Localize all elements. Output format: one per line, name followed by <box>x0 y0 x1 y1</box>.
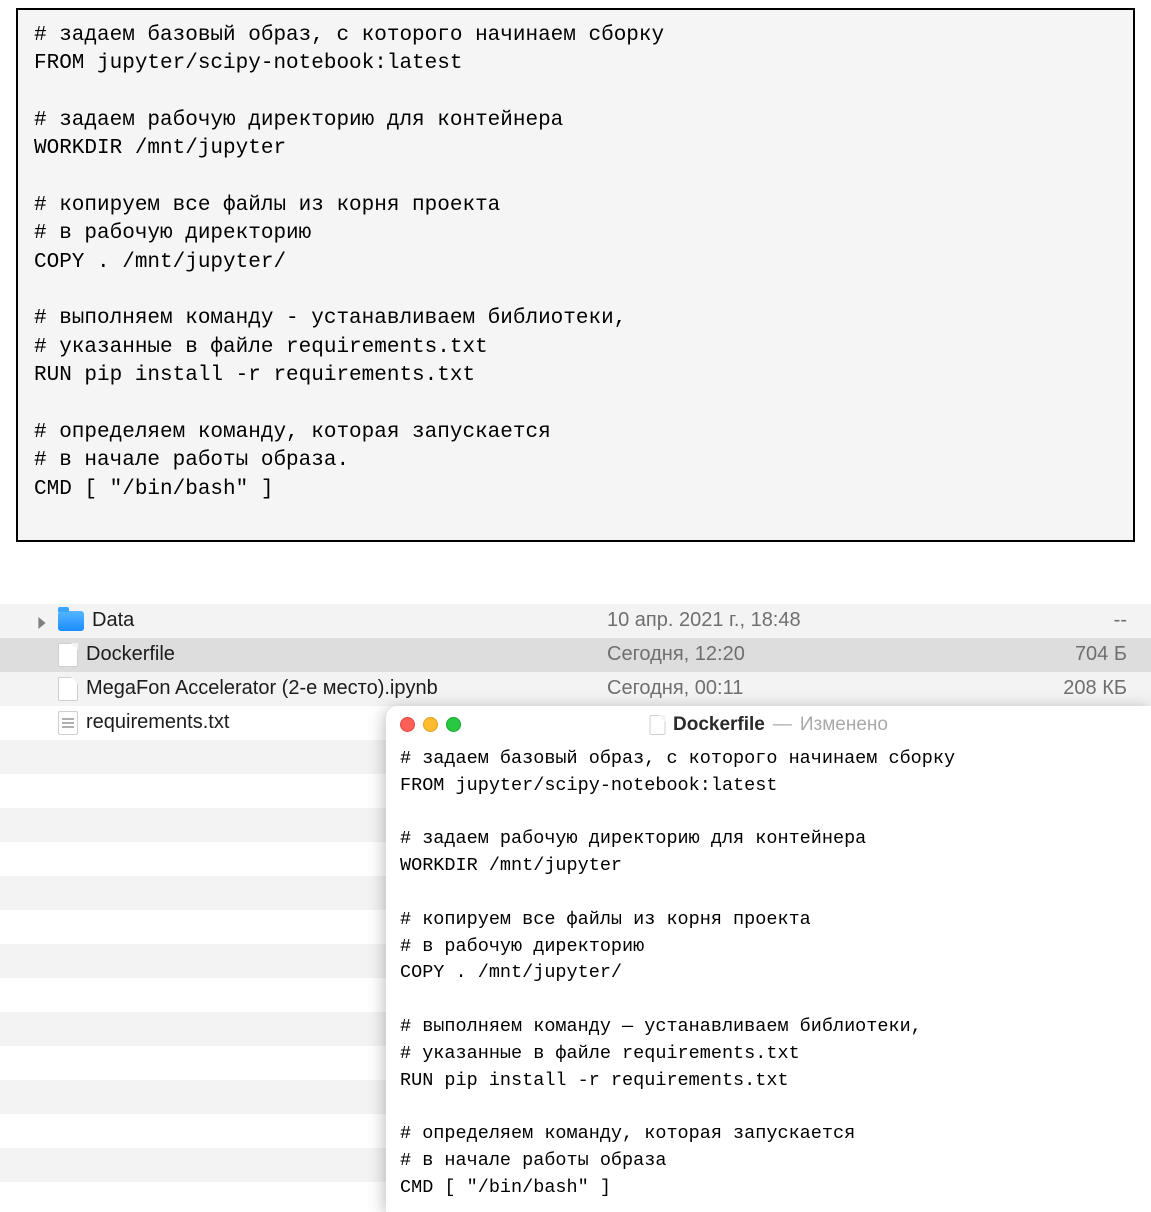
file-date: Сегодня, 12:20 <box>607 643 927 666</box>
traffic-light-minimize-icon[interactable] <box>423 717 438 732</box>
editor-titlebar[interactable]: Dockerfile — Изменено <box>386 706 1151 744</box>
finder-row-data[interactable]: Data 10 апр. 2021 г., 18:48 -- <box>0 604 1151 638</box>
folder-icon <box>58 611 84 631</box>
dockerfile-code-card: # задаем базовый образ, с которого начин… <box>16 8 1135 542</box>
file-name: Dockerfile <box>86 643 175 666</box>
traffic-light-close-icon[interactable] <box>400 717 415 732</box>
chevron-right-icon[interactable] <box>36 612 54 630</box>
finder-row-dockerfile[interactable]: Dockerfile Сегодня, 12:20 704 Б <box>0 638 1151 672</box>
file-name: MegaFon Accelerator (2-е место).ipynb <box>86 677 438 700</box>
file-date: Сегодня, 00:11 <box>607 677 927 700</box>
file-icon <box>649 715 665 735</box>
editor-status: Изменено <box>800 714 888 736</box>
file-icon <box>58 677 78 701</box>
file-size: 704 Б <box>927 643 1127 666</box>
dockerfile-code: # задаем базовый образ, с которого начин… <box>34 22 1117 504</box>
editor-title-dash: — <box>773 714 792 736</box>
file-name: Data <box>92 609 134 632</box>
text-file-icon <box>58 711 78 735</box>
file-size: -- <box>927 609 1127 632</box>
file-size: 208 КБ <box>927 677 1127 700</box>
text-editor-window[interactable]: Dockerfile — Изменено # задаем базовый о… <box>386 706 1151 1212</box>
editor-body[interactable]: # задаем базовый образ, с которого начин… <box>386 744 1151 1212</box>
finder-row-notebook[interactable]: MegaFon Accelerator (2-е место).ipynb Се… <box>0 672 1151 706</box>
finder-area: Data 10 апр. 2021 г., 18:48 -- Dockerfil… <box>0 604 1151 1182</box>
file-icon <box>58 643 78 667</box>
file-name: requirements.txt <box>86 711 229 734</box>
editor-text[interactable]: # задаем базовый образ, с которого начин… <box>400 746 1137 1202</box>
file-date: 10 апр. 2021 г., 18:48 <box>607 609 927 632</box>
editor-doc-name: Dockerfile <box>673 714 765 736</box>
traffic-light-zoom-icon[interactable] <box>446 717 461 732</box>
editor-title: Dockerfile — Изменено <box>649 714 888 736</box>
